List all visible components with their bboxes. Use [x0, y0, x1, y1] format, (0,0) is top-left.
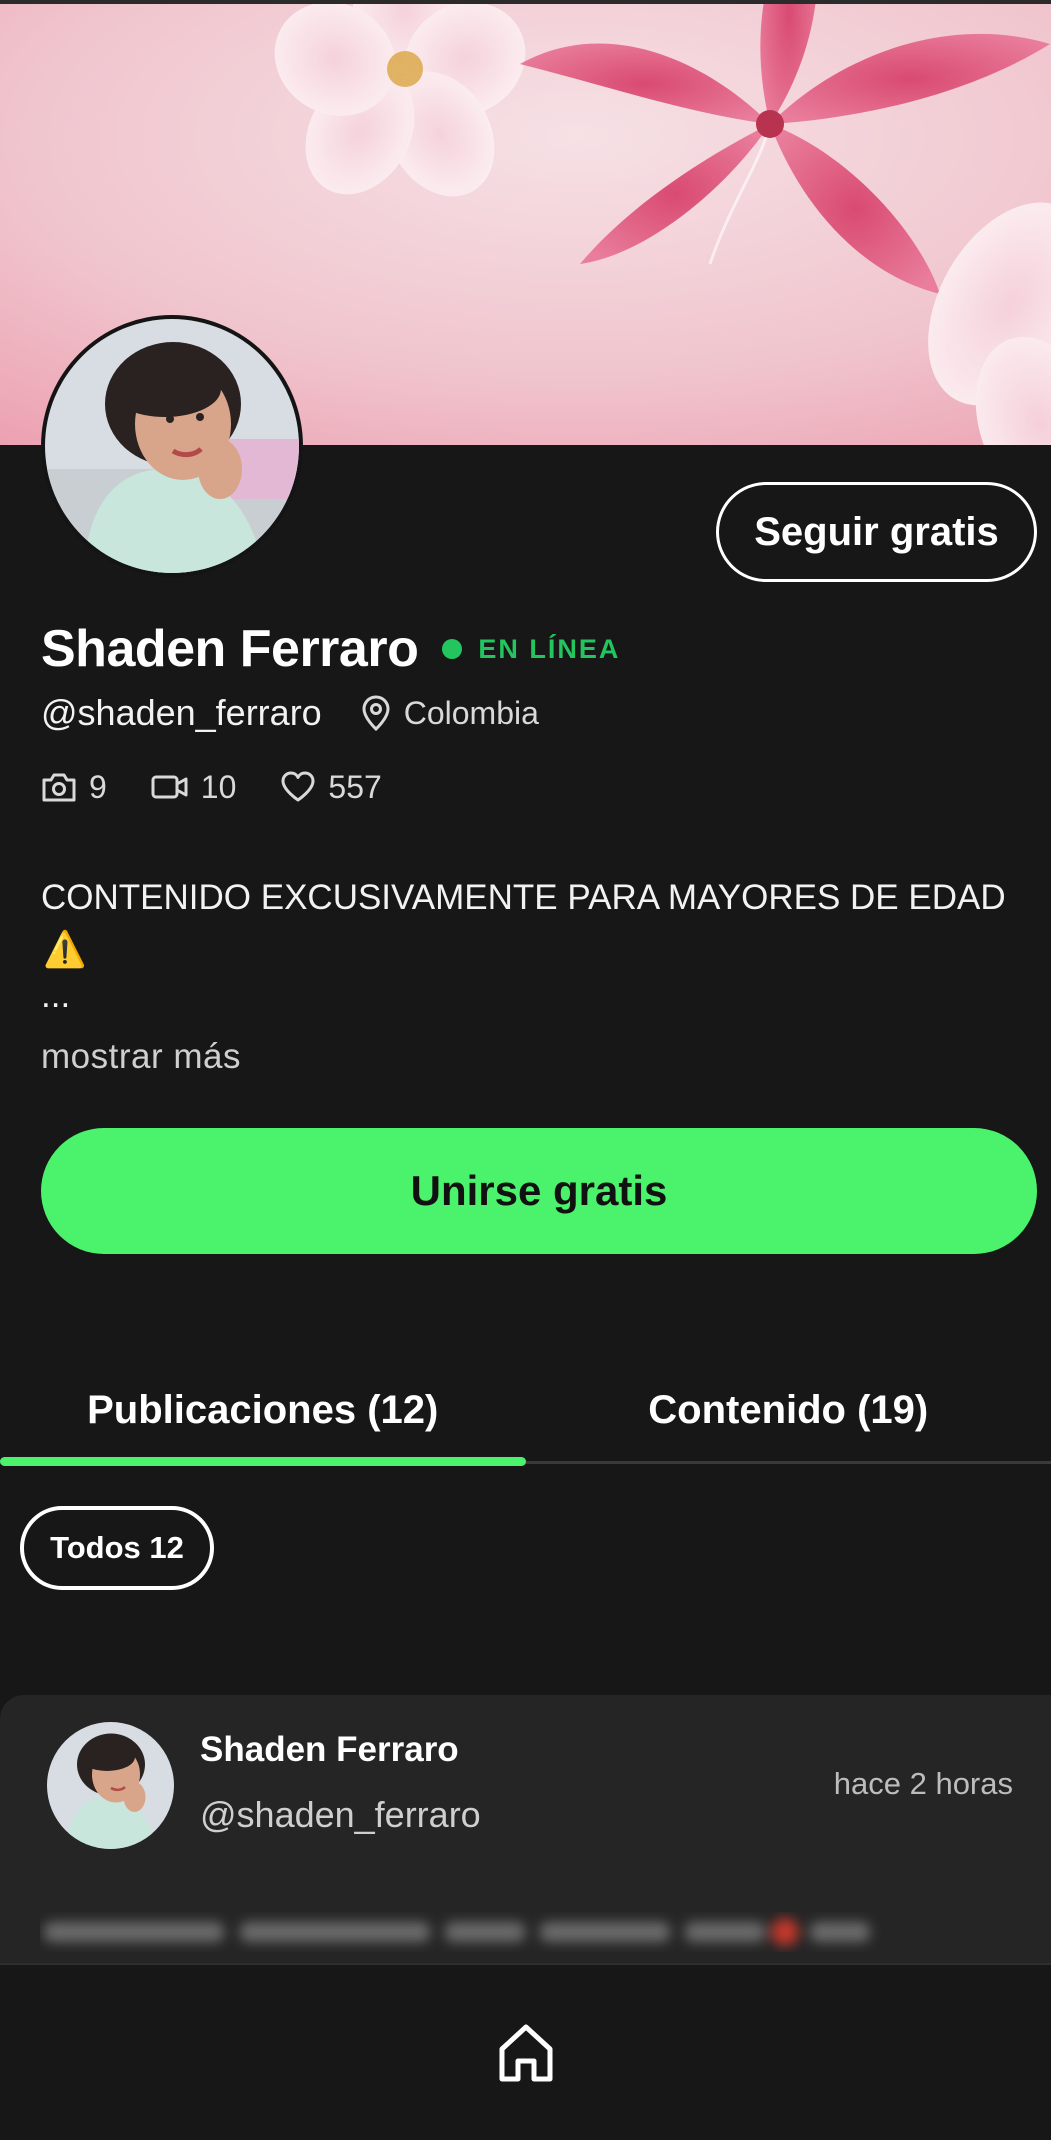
- tab-content[interactable]: Contenido (19): [526, 1360, 1051, 1461]
- profile-location: Colombia: [403, 694, 539, 731]
- bio-ellipsis: ...: [41, 976, 71, 1015]
- videos-count: 10: [200, 768, 237, 805]
- post-blurred-text: [40, 1912, 940, 1952]
- name-row: Shaden Ferraro EN LÍNEA: [41, 614, 620, 684]
- online-status-dot-icon: [442, 639, 463, 659]
- filter-chip-all[interactable]: Todos 12: [20, 1506, 214, 1590]
- post-author-avatar[interactable]: [47, 1722, 174, 1849]
- video-camera-icon: [151, 775, 188, 799]
- avatar-photo: [45, 319, 299, 573]
- join-free-button[interactable]: Unirse gratis: [41, 1128, 1037, 1254]
- online-status-label: EN LÍNEA: [478, 633, 621, 664]
- profile-bio: CONTENIDO EXCUSIVAMENTE PARA MAYORES DE …: [41, 874, 1021, 974]
- post-author-name[interactable]: Shaden Ferraro: [200, 1730, 459, 1770]
- bottom-navigation: [0, 1963, 1051, 2140]
- warning-icon: ⚠️: [43, 930, 87, 969]
- videos-stat: 10: [151, 768, 237, 806]
- map-pin-icon: [362, 695, 390, 731]
- show-more-link[interactable]: mostrar más: [41, 1037, 241, 1077]
- home-icon[interactable]: [494, 2021, 558, 2085]
- bio-text: CONTENIDO EXCUSIVAMENTE PARA MAYORES DE …: [41, 878, 1006, 917]
- heart-icon: [281, 771, 315, 802]
- photos-count: 9: [89, 768, 107, 805]
- profile-handle: @shaden_ferraro: [41, 692, 322, 733]
- tab-publications[interactable]: Publicaciones (12): [0, 1360, 526, 1466]
- post-timestamp: hace 2 horas: [833, 1766, 1013, 1801]
- likes-count: 557: [328, 768, 382, 805]
- profile-page: Seguir gratis Shaden Ferraro EN LÍNEA @s…: [0, 0, 1051, 2140]
- photos-stat: 9: [41, 769, 107, 806]
- post-author-handle[interactable]: @shaden_ferraro: [200, 1794, 481, 1836]
- camera-icon: [42, 773, 76, 802]
- likes-stat: 557: [280, 768, 382, 806]
- content-tabs: Publicaciones (12) Contenido (19): [0, 1360, 1051, 1466]
- stats-row: 9 10 557: [41, 762, 426, 812]
- post-avatar-photo: [47, 1722, 174, 1849]
- follow-free-button[interactable]: Seguir gratis: [716, 482, 1037, 582]
- profile-avatar[interactable]: [41, 315, 303, 577]
- display-name: Shaden Ferraro: [41, 620, 419, 678]
- handle-row: @shaden_ferraro Colombia: [41, 688, 539, 738]
